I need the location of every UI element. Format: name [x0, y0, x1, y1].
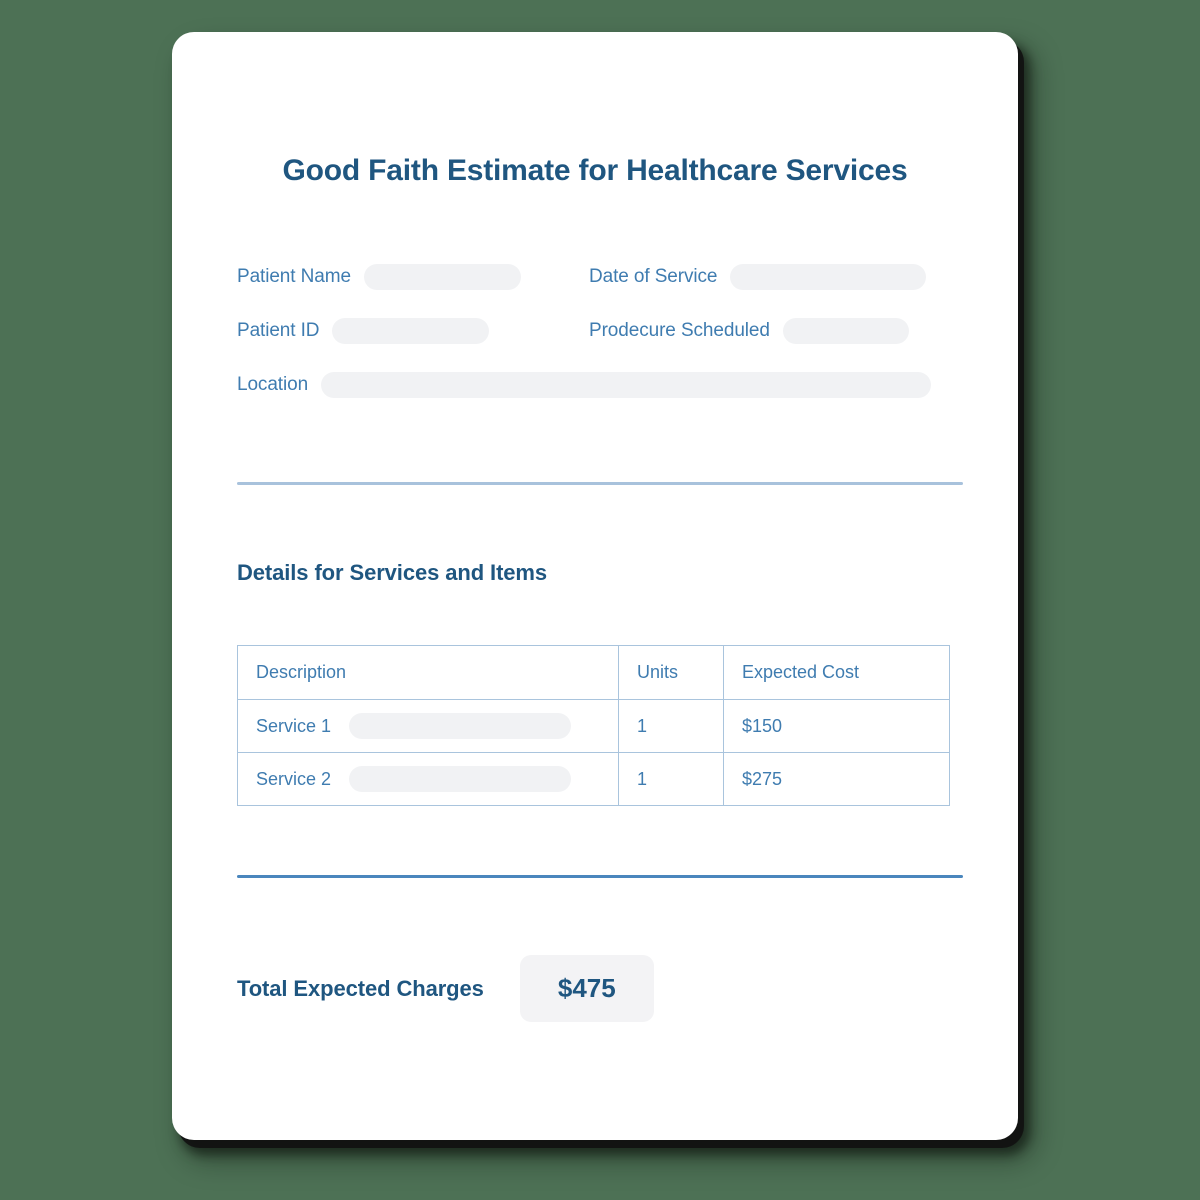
procedure-scheduled-input[interactable] — [782, 318, 909, 344]
service-2-label: Service 2 — [256, 768, 332, 789]
field-patient-name[interactable]: Patient Name — [237, 257, 521, 297]
cell-description-service-1[interactable]: Service 1 — [237, 699, 619, 753]
field-procedure-scheduled[interactable]: Prodecure Scheduled — [589, 311, 909, 351]
document-body: Good Faith Estimate for Healthcare Servi… — [172, 32, 1018, 1140]
total-charges-row: Total Expected Charges $475 — [237, 955, 654, 1022]
patient-name-input[interactable] — [363, 264, 521, 290]
service-1-label: Service 1 — [256, 715, 332, 736]
section-divider-bottom — [237, 875, 963, 878]
cell-description-service-2[interactable]: Service 2 — [237, 752, 619, 806]
page-title: Good Faith Estimate for Healthcare Servi… — [282, 154, 908, 187]
field-row-1: Patient Name Date of Service — [237, 257, 967, 311]
column-header-expected-cost: Expected Cost — [723, 645, 950, 700]
section-divider-top — [237, 482, 963, 485]
field-label-patient-name: Patient Name — [237, 266, 351, 287]
total-charges-value-box: $475 — [519, 955, 654, 1022]
cell-cost-service-2: $275 — [723, 752, 950, 806]
total-charges-label: Total Expected Charges — [237, 975, 484, 1001]
field-row-3: Location — [237, 365, 967, 419]
total-charges-value: $475 — [557, 973, 616, 1003]
cell-units-service-2: 1 — [618, 752, 724, 806]
cell-cost-service-1: $150 — [723, 699, 950, 753]
section-heading-services: Details for Services and Items — [237, 560, 548, 585]
field-label-location: Location — [237, 374, 309, 395]
field-patient-id[interactable]: Patient ID — [237, 311, 490, 351]
services-table: Description Units Expected Cost Service … — [237, 645, 950, 806]
date-of-service-input[interactable] — [730, 264, 927, 290]
table-row: Service 2 1 $275 — [237, 752, 950, 806]
table-header-row: Description Units Expected Cost — [237, 645, 950, 700]
field-label-procedure-scheduled: Prodecure Scheduled — [589, 320, 770, 341]
table-row: Service 1 1 $150 — [237, 699, 950, 753]
page-background: Good Faith Estimate for Healthcare Servi… — [0, 0, 1200, 1200]
patient-information-fields: Patient Name Date of Service Patient ID — [237, 257, 967, 419]
service-2-detail-input[interactable] — [349, 766, 572, 792]
column-header-description: Description — [237, 645, 619, 700]
location-input[interactable] — [321, 372, 932, 398]
patient-id-input[interactable] — [332, 318, 490, 344]
field-label-date-of-service: Date of Service — [589, 266, 718, 287]
service-1-detail-input[interactable] — [349, 713, 572, 739]
cell-units-service-1: 1 — [618, 699, 724, 753]
field-label-patient-id: Patient ID — [237, 320, 320, 341]
field-row-2: Patient ID Prodecure Scheduled — [237, 311, 967, 365]
estimate-document-card: Good Faith Estimate for Healthcare Servi… — [172, 32, 1018, 1140]
column-header-units: Units — [618, 645, 724, 700]
field-location[interactable]: Location — [237, 365, 932, 405]
field-date-of-service[interactable]: Date of Service — [589, 257, 927, 297]
